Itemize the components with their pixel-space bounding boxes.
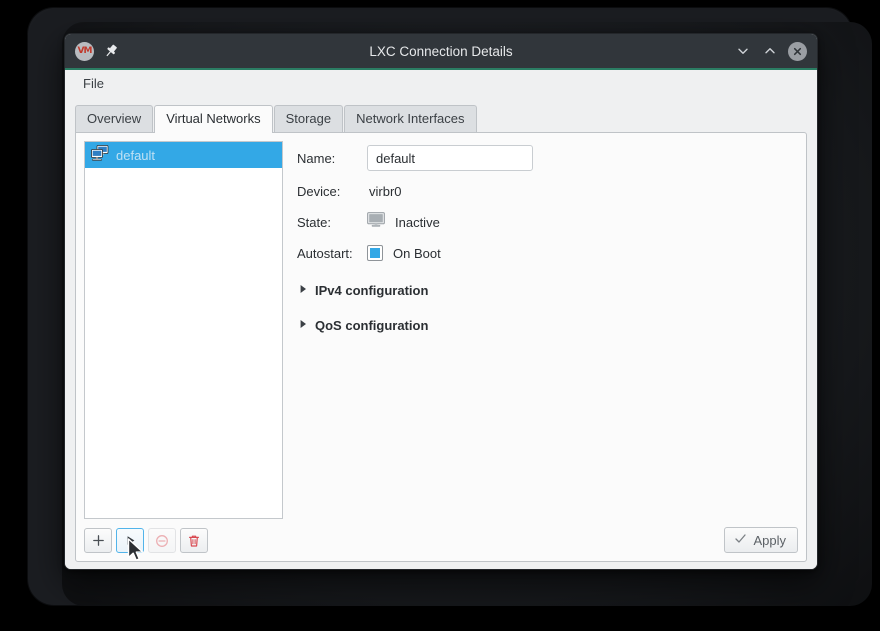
triangle-right-icon [299, 316, 308, 334]
device-value: virbr0 [369, 183, 402, 199]
ipv4-configuration-expander[interactable]: IPv4 configuration [297, 281, 798, 299]
monitor-inactive-icon [367, 212, 385, 232]
autostart-value-wrap: On Boot [367, 245, 441, 261]
pin-icon[interactable] [103, 43, 119, 59]
qos-configuration-label: QoS configuration [315, 317, 429, 333]
window-body: Overview Virtual Networks Storage Networ… [65, 97, 817, 569]
window-title: LXC Connection Details [369, 43, 513, 59]
network-list-column: default [84, 141, 283, 553]
device-field-row: Device: virbr0 [297, 180, 798, 202]
autostart-value: On Boot [393, 245, 441, 261]
play-icon [127, 536, 134, 545]
name-field-row: Name: [297, 145, 798, 171]
apply-button[interactable]: Apply [724, 527, 798, 553]
delete-network-button[interactable] [180, 528, 208, 553]
network-name-input[interactable] [367, 145, 533, 171]
state-value-wrap: Inactive [367, 212, 440, 232]
connection-details-window: VM LXC Connection Details File Overview … [64, 33, 818, 570]
window-controls [687, 41, 817, 61]
vm-app-icon: VM [75, 41, 94, 61]
network-list-toolbar [84, 528, 283, 553]
name-label: Name: [297, 150, 336, 166]
chevron-up-icon[interactable] [761, 42, 779, 60]
autostart-field-row: Autostart: On Boot [297, 242, 798, 264]
checkbox-fill [370, 248, 380, 258]
close-icon[interactable] [788, 41, 807, 61]
qos-configuration-expander[interactable]: QoS configuration [297, 316, 798, 334]
network-details-column: Name: Device: virbr0 State: [283, 141, 798, 553]
state-label: State: [297, 214, 331, 230]
device-label: Device: [297, 183, 341, 199]
virtual-networks-panel: default Name: default Device: virbr0 Sta… [75, 132, 807, 562]
tab-storage[interactable]: Storage [273, 105, 344, 132]
check-icon [734, 532, 747, 548]
network-computers-icon [91, 144, 109, 166]
state-value: Inactive [395, 214, 440, 230]
tab-overview[interactable]: Overview [75, 105, 154, 132]
trash-icon [189, 535, 199, 547]
list-item[interactable]: default [85, 142, 282, 168]
add-network-button[interactable] [84, 528, 112, 553]
ipv4-configuration-label: IPv4 configuration [315, 282, 429, 298]
stop-network-button [148, 528, 176, 553]
tab-network-interfaces[interactable]: Network Interfaces [344, 105, 477, 132]
menu-item-file[interactable]: File [77, 74, 110, 93]
titlebar-left-icons: VM [65, 41, 195, 61]
state-field-row: State: Inactive [297, 211, 798, 233]
network-list[interactable]: default [84, 141, 283, 519]
window-titlebar: VM LXC Connection Details [65, 34, 817, 70]
autostart-checkbox[interactable] [367, 245, 383, 261]
plus-icon [92, 535, 104, 546]
autostart-label: Autostart: [297, 245, 353, 261]
tab-virtual-networks[interactable]: Virtual Networks [154, 105, 273, 133]
chevron-down-icon[interactable] [734, 42, 752, 60]
triangle-right-icon [299, 281, 308, 299]
menubar: File [65, 70, 817, 97]
stop-circle-icon [156, 534, 168, 547]
list-item-label: default [116, 147, 156, 163]
start-network-button[interactable] [116, 528, 144, 553]
apply-button-label: Apply [753, 532, 786, 548]
tab-bar: Overview Virtual Networks Storage Networ… [75, 105, 807, 133]
